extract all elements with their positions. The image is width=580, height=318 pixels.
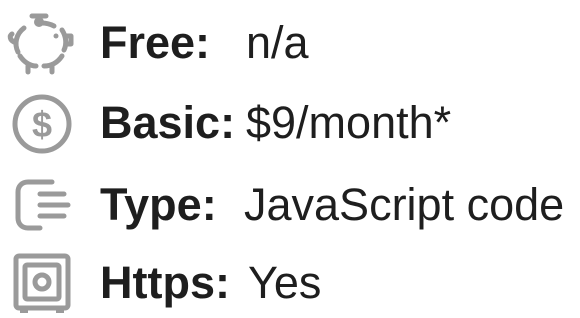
safe-lock-icon bbox=[6, 250, 76, 316]
svg-text:$: $ bbox=[32, 104, 52, 145]
free-value: n/a bbox=[246, 17, 309, 68]
type-label: Type: bbox=[100, 179, 217, 230]
hand-code-icon bbox=[6, 172, 76, 238]
pricing-row-basic: $ Basic: $9/month* bbox=[0, 88, 580, 158]
pricing-row-type: Type: JavaScript code bbox=[0, 170, 580, 240]
https-label: Https: bbox=[100, 257, 230, 308]
basic-label: Basic: bbox=[100, 97, 236, 148]
piggy-bank-icon bbox=[6, 10, 76, 76]
basic-value: $9/month* bbox=[246, 97, 452, 148]
pricing-row-https: Https: Yes bbox=[0, 248, 580, 318]
https-value: Yes bbox=[248, 257, 322, 308]
pricing-row-free: Free: n/a bbox=[0, 8, 580, 78]
free-label: Free: bbox=[100, 17, 211, 68]
type-value: JavaScript code bbox=[244, 179, 565, 230]
dollar-coin-icon: $ bbox=[6, 90, 76, 156]
